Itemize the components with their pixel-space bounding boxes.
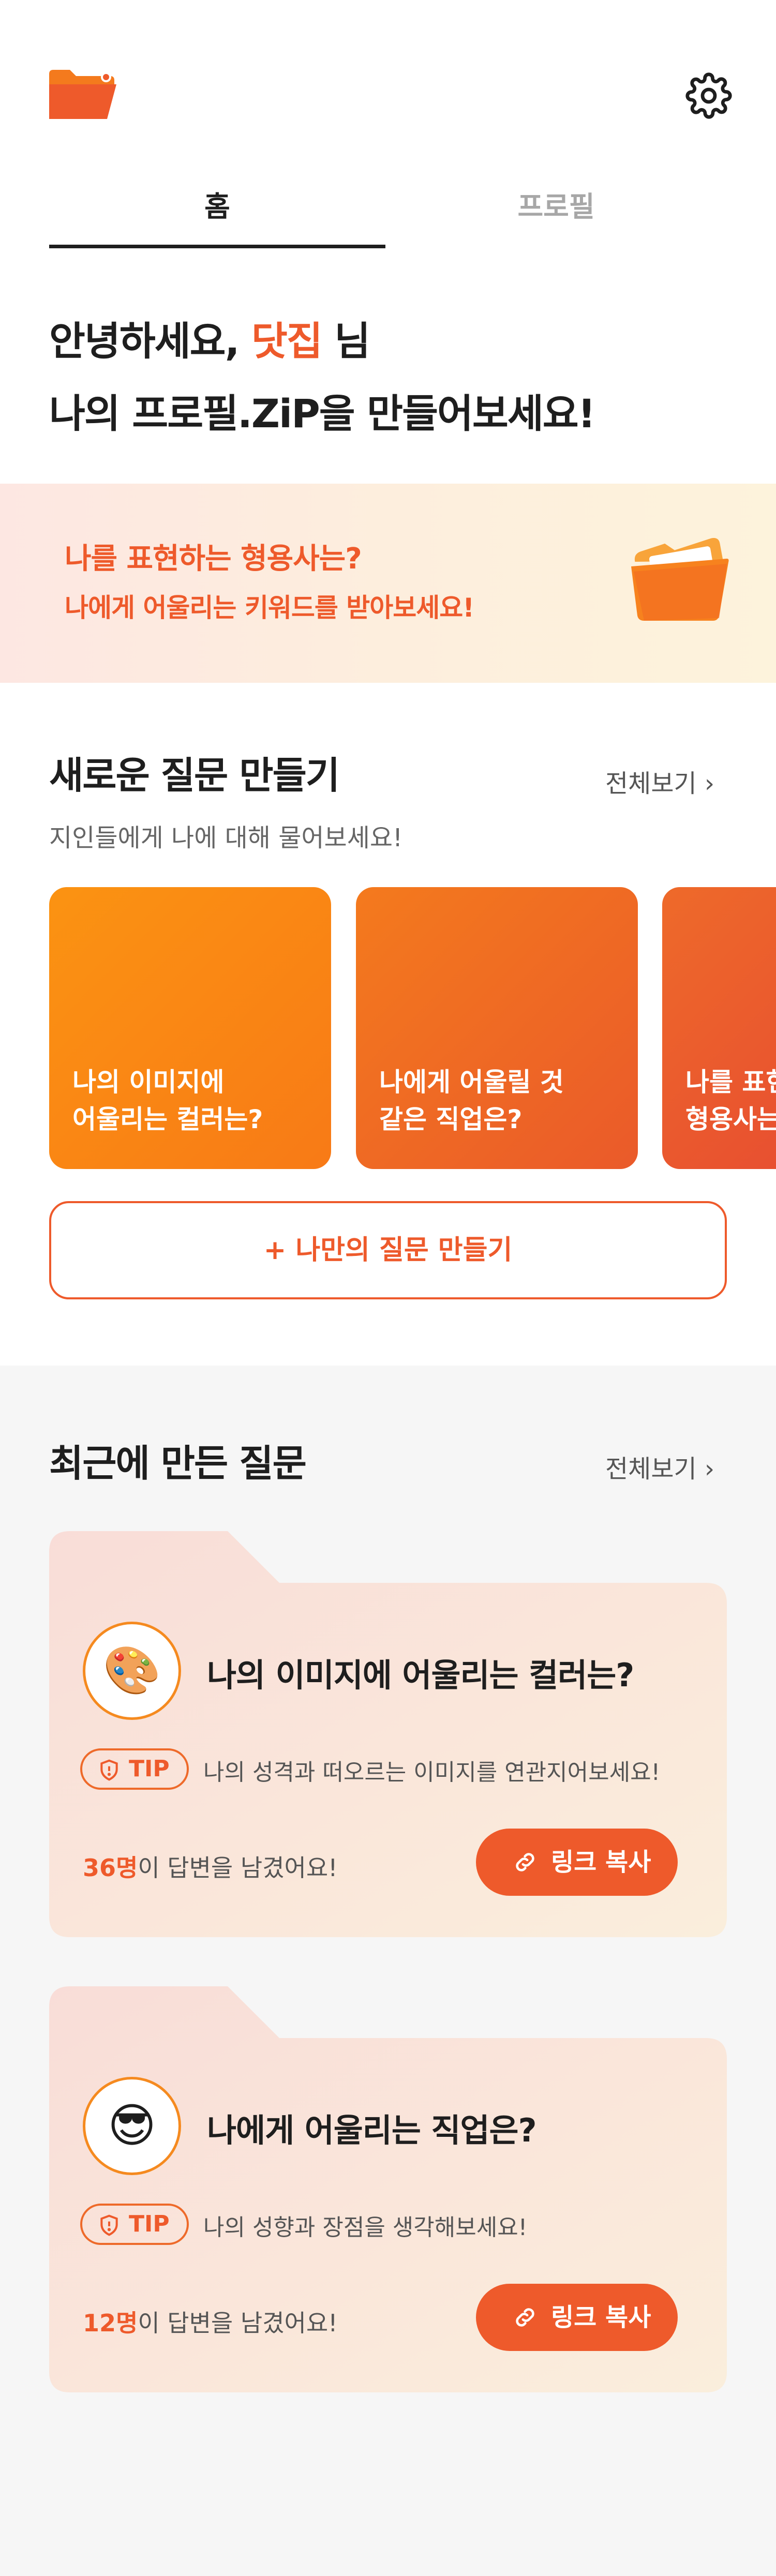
new-questions-see-all[interactable]: 전체보기 ›: [605, 763, 714, 799]
tip-badge: TIP: [80, 1748, 189, 1790]
copy-link-button[interactable]: 링크 복사: [476, 2284, 678, 2351]
copy-link-button[interactable]: 링크 복사: [476, 1829, 678, 1896]
app-header: [0, 0, 776, 155]
recent-question-title: 나에게 어울리는 직업은?: [207, 2111, 537, 2149]
recent-question-card[interactable]: 😎 나에게 어울리는 직업은? TIP 나의 성향과 장점을 생각해보세요! 1…: [49, 1986, 727, 2392]
question-card-text: 나에게 어울릴 것 같은 직업은?: [379, 1067, 564, 1134]
chevron-right-icon: ›: [704, 1455, 715, 1484]
banner-title: 나를 표현하는 형용사는?: [65, 542, 362, 576]
see-all-label: 전체보기: [605, 769, 697, 798]
new-questions-title: 새로운 질문 만들기: [49, 754, 340, 797]
tip-label: TIP: [129, 2211, 170, 2237]
folder-icon: [631, 538, 729, 621]
answer-count-suffix: 이 답변을 남겼어요!: [138, 1854, 338, 1882]
copy-link-label: 링크 복사: [551, 1848, 651, 1877]
question-card[interactable]: 나를 표현하는 형용사는?: [662, 887, 776, 1169]
tip-label: TIP: [129, 1756, 170, 1782]
gear-icon[interactable]: [685, 72, 732, 119]
tab-bar: 홈 프로필: [49, 178, 727, 248]
answer-count: 12명이 답변을 남겼어요!: [83, 2304, 338, 2339]
recent-question-card[interactable]: 🎨 나의 이미지에 어울리는 컬러는? TIP 나의 성격과 떠오르는 이미지를…: [49, 1531, 727, 1937]
greeting-suffix: 님: [321, 318, 370, 364]
tip-badge: TIP: [80, 2204, 189, 2245]
answer-count-number: 36명: [83, 1854, 138, 1882]
sunglasses-emoji-icon: 😎: [83, 2077, 181, 2175]
folder-logo-icon[interactable]: [49, 70, 116, 119]
recent-see-all[interactable]: 전체보기 ›: [605, 1448, 714, 1485]
new-questions-subtitle: 지인들에게 나에 대해 물어보세요!: [49, 823, 403, 852]
tab-profile[interactable]: 프로필: [388, 178, 724, 248]
answer-count-suffix: 이 답변을 남겼어요!: [138, 2309, 338, 2337]
shield-icon: [100, 2214, 118, 2236]
greeting-text: 안녕하세요, 닷집 님 나의 프로필.ZiP을 만들어보세요!: [49, 305, 722, 450]
greeting-line2: 나의 프로필.ZiP을 만들어보세요!: [49, 391, 595, 437]
tip-text: 나의 성향과 장점을 생각해보세요!: [203, 2214, 528, 2241]
make-question-button[interactable]: + 나만의 질문 만들기: [49, 1201, 727, 1299]
banner-subtitle: 나에게 어울리는 키워드를 받아보세요!: [65, 593, 474, 623]
question-card-text: 나의 이미지에 어울리는 컬러는?: [72, 1067, 263, 1134]
tab-home[interactable]: 홈: [49, 178, 385, 248]
question-card-text: 나를 표현하는 형용사는?: [685, 1067, 776, 1134]
recent-question-title: 나의 이미지에 어울리는 컬러는?: [207, 1656, 634, 1694]
user-name: 닷집: [251, 318, 323, 364]
chevron-right-icon: ›: [704, 769, 715, 798]
question-card[interactable]: 나의 이미지에 어울리는 컬러는?: [49, 887, 331, 1169]
adjective-banner[interactable]: 나를 표현하는 형용사는? 나에게 어울리는 키워드를 받아보세요!: [0, 484, 776, 683]
question-card[interactable]: 나에게 어울릴 것 같은 직업은?: [356, 887, 638, 1169]
link-icon: [516, 2308, 534, 2327]
copy-link-label: 링크 복사: [551, 2303, 651, 2332]
see-all-label: 전체보기: [605, 1455, 697, 1484]
link-icon: [516, 1853, 534, 1871]
tip-text: 나의 성격과 떠오르는 이미지를 연관지어보세요!: [203, 1759, 661, 1786]
answer-count-number: 12명: [83, 2309, 138, 2337]
palette-emoji-icon: 🎨: [83, 1622, 181, 1720]
shield-icon: [100, 1759, 118, 1781]
recent-title: 최근에 만든 질문: [49, 1442, 307, 1485]
greeting-prefix: 안녕하세요,: [49, 318, 251, 364]
answer-count: 36명이 답변을 남겼어요!: [83, 1849, 338, 1883]
